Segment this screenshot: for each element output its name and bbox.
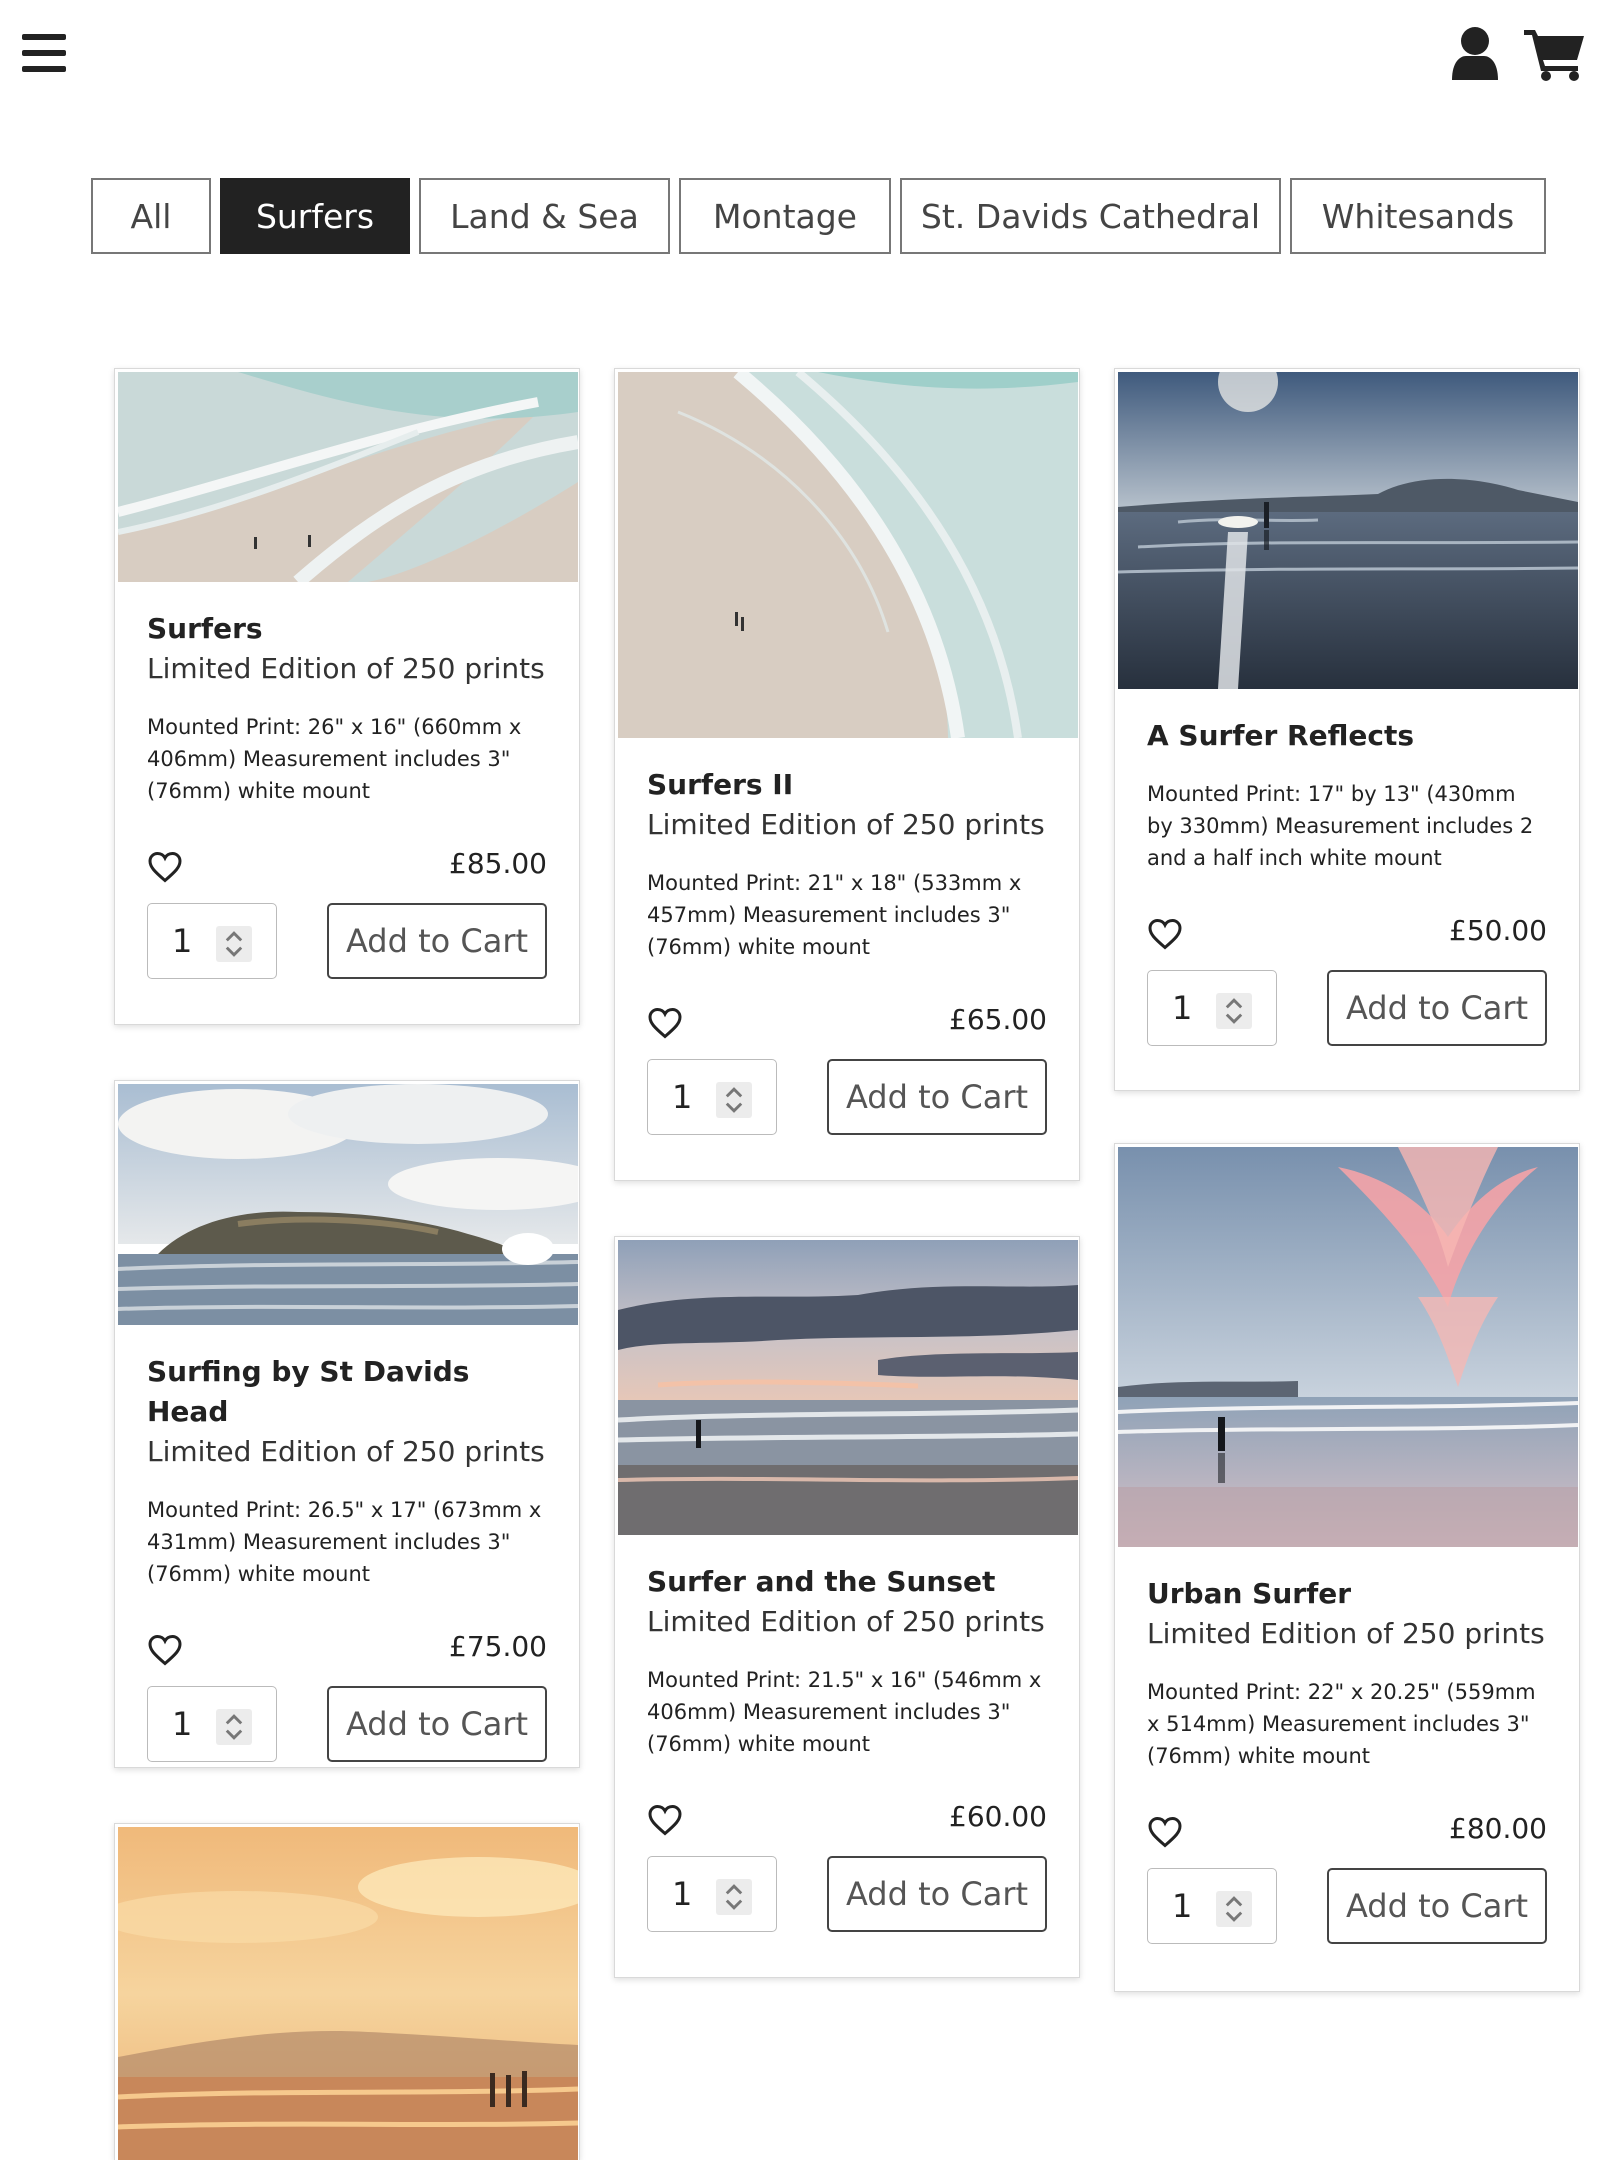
quantity-stepper[interactable]: 1 bbox=[1147, 1868, 1277, 1944]
product-edition: Limited Edition of 250 prints bbox=[1147, 1617, 1545, 1650]
quantity-stepper[interactable]: 1 bbox=[147, 1686, 277, 1762]
heart-icon[interactable] bbox=[647, 1005, 683, 1041]
add-to-cart-button[interactable]: Add to Cart bbox=[1327, 970, 1547, 1046]
product-card: Surfer and the Sunset Limited Edition of… bbox=[614, 1236, 1080, 1978]
filter-whitesands[interactable]: Whitesands bbox=[1290, 178, 1546, 254]
heart-icon[interactable] bbox=[1147, 916, 1183, 952]
product-price: £75.00 bbox=[449, 1630, 547, 1663]
product-edition: Limited Edition of 250 prints bbox=[647, 1605, 1045, 1638]
product-edition: Limited Edition of 250 prints bbox=[147, 652, 545, 685]
filter-all[interactable]: All bbox=[91, 178, 211, 254]
product-price: £80.00 bbox=[1449, 1812, 1547, 1845]
product-description: Mounted Print: 17" by 13" (430mm by 330m… bbox=[1147, 782, 1534, 870]
product-title: Surfer and the Sunset bbox=[647, 1565, 996, 1598]
heart-icon[interactable] bbox=[647, 1802, 683, 1838]
add-to-cart-button[interactable]: Add to Cart bbox=[827, 1059, 1047, 1135]
product-image[interactable] bbox=[618, 372, 1078, 738]
quantity-value[interactable]: 1 bbox=[1172, 1887, 1212, 1925]
product-image[interactable] bbox=[118, 1084, 578, 1325]
quantity-value[interactable]: 1 bbox=[172, 922, 212, 960]
product-edition: Limited Edition of 250 prints bbox=[647, 808, 1045, 841]
product-price: £65.00 bbox=[949, 1003, 1047, 1036]
product-description: Mounted Print: 26" x 16" (660mm x 406mm)… bbox=[147, 715, 522, 803]
product-image[interactable] bbox=[1118, 1147, 1578, 1547]
product-title: Surfers bbox=[147, 612, 263, 645]
chevron-up-down-icon[interactable] bbox=[716, 1879, 752, 1915]
product-description: Mounted Print: 21.5" x 16" (546mm x 406m… bbox=[647, 1668, 1042, 1756]
hamburger-icon[interactable] bbox=[20, 28, 70, 78]
product-title: Surfers II bbox=[647, 768, 794, 801]
quantity-value[interactable]: 1 bbox=[672, 1078, 712, 1116]
quantity-stepper[interactable]: 1 bbox=[647, 1059, 777, 1135]
product-price: £50.00 bbox=[1449, 914, 1547, 947]
user-icon[interactable] bbox=[1450, 26, 1500, 82]
heart-icon[interactable] bbox=[1147, 1814, 1183, 1850]
shopping-cart-icon[interactable] bbox=[1524, 26, 1586, 82]
product-description: Mounted Print: 21" x 18" (533mm x 457mm)… bbox=[647, 871, 1022, 959]
product-image[interactable] bbox=[118, 372, 578, 582]
add-to-cart-button[interactable]: Add to Cart bbox=[327, 903, 547, 979]
product-title: Surfing by St Davids Head bbox=[147, 1355, 470, 1428]
quantity-stepper[interactable]: 1 bbox=[147, 903, 277, 979]
product-card: Surfing by St Davids Head Limited Editio… bbox=[114, 1080, 580, 1768]
product-card: Surfers Limited Edition of 250 prints Mo… bbox=[114, 368, 580, 1025]
product-title: Urban Surfer bbox=[1147, 1577, 1352, 1610]
add-to-cart-button[interactable]: Add to Cart bbox=[327, 1686, 547, 1762]
chevron-up-down-icon[interactable] bbox=[216, 926, 252, 962]
product-price: £85.00 bbox=[449, 847, 547, 880]
product-image[interactable] bbox=[118, 1827, 578, 2160]
heart-icon[interactable] bbox=[147, 849, 183, 885]
quantity-value[interactable]: 1 bbox=[172, 1705, 212, 1743]
product-description: Mounted Print: 22" x 20.25" (559mm x 514… bbox=[1147, 1680, 1536, 1768]
product-card: Urban Surfer Limited Edition of 250 prin… bbox=[1114, 1143, 1580, 1992]
chevron-up-down-icon[interactable] bbox=[716, 1082, 752, 1118]
product-price: £60.00 bbox=[949, 1800, 1047, 1833]
quantity-value[interactable]: 1 bbox=[672, 1875, 712, 1913]
quantity-stepper[interactable]: 1 bbox=[647, 1856, 777, 1932]
product-card: Surfers II Limited Edition of 250 prints… bbox=[614, 368, 1080, 1181]
quantity-stepper[interactable]: 1 bbox=[1147, 970, 1277, 1046]
filter-st-davids-cathedral[interactable]: St. Davids Cathedral bbox=[900, 178, 1281, 254]
filter-land-and-sea[interactable]: Land & Sea bbox=[419, 178, 670, 254]
filter-surfers[interactable]: Surfers bbox=[220, 178, 410, 254]
chevron-up-down-icon[interactable] bbox=[1216, 993, 1252, 1029]
heart-icon[interactable] bbox=[147, 1632, 183, 1668]
filter-montage[interactable]: Montage bbox=[679, 178, 891, 254]
chevron-up-down-icon[interactable] bbox=[216, 1709, 252, 1745]
add-to-cart-button[interactable]: Add to Cart bbox=[1327, 1868, 1547, 1944]
add-to-cart-button[interactable]: Add to Cart bbox=[827, 1856, 1047, 1932]
product-card: A Surfer Reflects Mounted Print: 17" by … bbox=[1114, 368, 1580, 1091]
product-image[interactable] bbox=[1118, 372, 1578, 689]
product-title: A Surfer Reflects bbox=[1147, 719, 1414, 752]
chevron-up-down-icon[interactable] bbox=[1216, 1891, 1252, 1927]
quantity-value[interactable]: 1 bbox=[1172, 989, 1212, 1027]
product-image[interactable] bbox=[618, 1240, 1078, 1535]
product-description: Mounted Print: 26.5" x 17" (673mm x 431m… bbox=[147, 1498, 542, 1586]
product-edition: Limited Edition of 250 prints bbox=[147, 1435, 545, 1468]
product-card bbox=[114, 1823, 580, 2160]
